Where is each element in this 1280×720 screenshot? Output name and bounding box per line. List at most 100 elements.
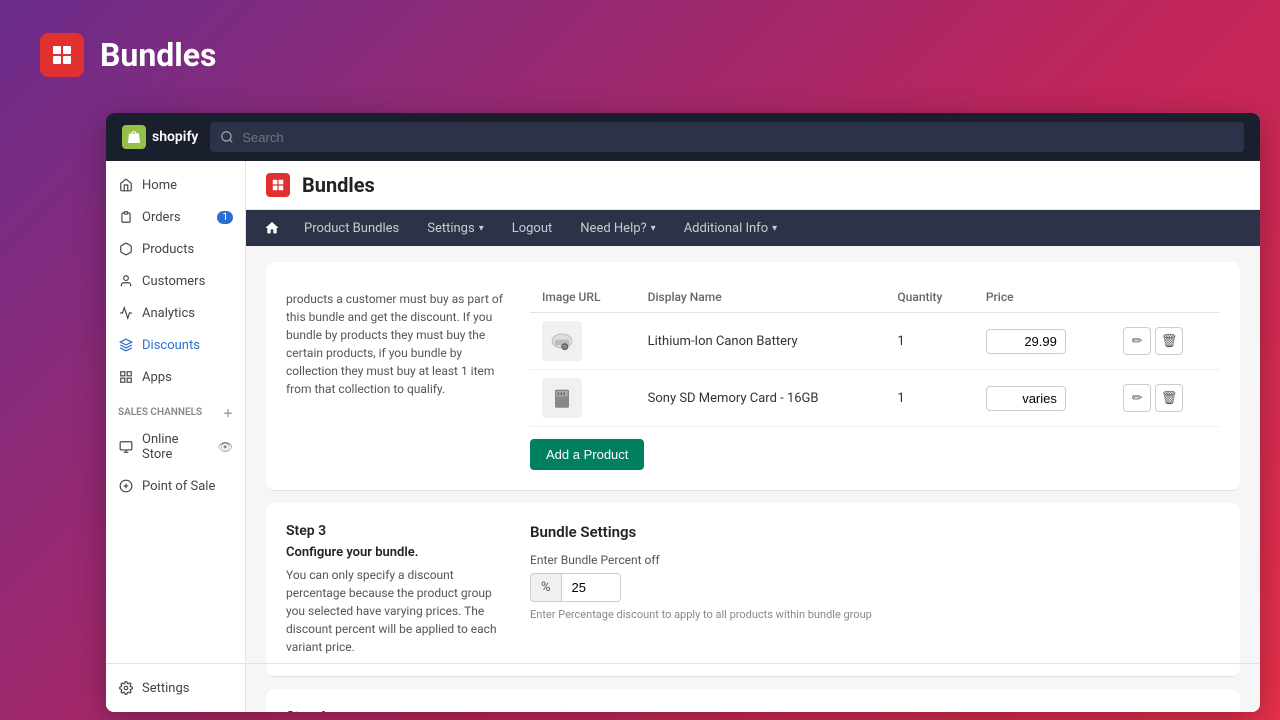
nav-product-bundles-label: Product Bundles [304,221,399,236]
analytics-icon [118,305,134,321]
shopify-logo: shopify [122,125,198,149]
pos-icon [118,478,134,494]
step3-description: You can only specify a discount percenta… [286,566,506,656]
product-2-action-btns: ✏ 🗑 [1119,384,1208,412]
orders-icon [118,209,134,225]
product-2-price-cell [974,370,1107,427]
bundles-small-icon [271,178,285,192]
discounts-icon [118,337,134,353]
step3-left: Step 3 Configure your bundle. You can on… [286,523,506,656]
nav-tab-need-help[interactable]: Need Help? ▾ [566,211,669,246]
shopify-bag-icon [126,129,142,145]
search-bar[interactable] [210,122,1244,152]
product-1-edit-button[interactable]: ✏ [1123,327,1151,355]
bundles-logo-icon [50,43,74,67]
nav-additional-info-label: Additional Info [684,221,768,236]
sidebar-item-orders[interactable]: Orders 1 [106,201,245,233]
nav-tab-settings[interactable]: Settings ▾ [413,211,498,246]
orders-badge: 1 [217,211,233,224]
sales-channels-section: SALES CHANNELS ＋ [106,393,245,424]
nav-tabs: Product Bundles Settings ▾ Logout Need H… [246,210,1260,246]
col-quantity: Quantity [885,282,973,313]
bundles-header: Bundles [246,161,1260,210]
product-2-name: Sony SD Memory Card - 16GB [636,370,886,427]
main-layout: Home Orders 1 Products Customers [106,161,1260,712]
sidebar-item-online-store[interactable]: Online Store 👁 [106,424,245,470]
table-row: Sony SD Memory Card - 16GB 1 ✏ [530,370,1220,427]
product-2-edit-button[interactable]: ✏ [1123,384,1151,412]
additional-info-chevron-icon: ▾ [772,223,777,234]
sidebar-item-pos[interactable]: Point of Sale [106,470,245,502]
nav-tab-additional-info[interactable]: Additional Info ▾ [670,211,791,246]
sidebar-item-home[interactable]: Home [106,169,245,201]
sidebar-products-label: Products [142,242,194,257]
settings-icon [118,680,134,696]
add-product-button[interactable]: Add a Product [530,439,644,470]
app-logo [40,33,84,77]
product-2-actions: ✏ 🗑 [1107,370,1220,427]
battery-image [548,327,576,355]
nav-need-help-label: Need Help? [580,221,646,236]
sd-card-image [548,384,576,412]
sidebar: Home Orders 1 Products Customers [106,161,246,712]
product-1-delete-button[interactable]: 🗑 [1155,327,1183,355]
product-1-name: Lithium-Ion Canon Battery [636,313,886,370]
sidebar-item-apps[interactable]: Apps [106,361,245,393]
sidebar-item-products[interactable]: Products [106,233,245,265]
shopify-logo-icon [122,125,146,149]
col-actions [1107,282,1220,313]
nav-tab-logout[interactable]: Logout [498,211,567,246]
step2-right: Image URL Display Name Quantity Price [530,282,1220,470]
step3-label: Step 3 [286,523,506,539]
product-2-delete-button[interactable]: 🗑 [1155,384,1183,412]
home-icon [118,177,134,193]
product-1-image-cell [530,313,636,370]
product-2-quantity: 1 [885,370,973,427]
page-content: products a customer must buy as part of … [246,246,1260,712]
bundle-settings-title: Bundle Settings [530,523,1220,541]
percent-symbol: % [530,573,561,602]
step2-section: products a customer must buy as part of … [266,262,1240,491]
percent-hint: Enter Percentage discount to apply to al… [530,608,1220,621]
sidebar-discounts-label: Discounts [142,338,200,353]
online-store-eye-icon[interactable]: 👁 [218,440,233,454]
bundles-page-title: Bundles [302,173,375,197]
sidebar-settings-label: Settings [142,681,189,696]
col-image: Image URL [530,282,636,313]
nav-home-button[interactable] [254,210,290,246]
sidebar-item-discounts[interactable]: Discounts [106,329,245,361]
table-row: Lithium-Ion Canon Battery 1 ✏ [530,313,1220,370]
nav-tab-product-bundles[interactable]: Product Bundles [290,211,413,246]
app-title: Bundles [100,36,216,74]
search-input[interactable] [242,130,1234,145]
product-1-action-btns: ✏ 🗑 [1119,327,1208,355]
need-help-chevron-icon: ▾ [651,223,656,234]
col-display-name: Display Name [636,282,886,313]
nav-home-icon [264,220,280,236]
sidebar-analytics-label: Analytics [142,306,195,321]
add-sales-channel-icon[interactable]: ＋ [223,405,233,420]
products-icon [118,241,134,257]
product-1-actions: ✏ 🗑 [1107,313,1220,370]
percent-field-label: Enter Bundle Percent off [530,553,1220,567]
sidebar-item-customers[interactable]: Customers [106,265,245,297]
percent-input[interactable] [561,573,621,602]
shopify-header: shopify [106,113,1260,161]
apps-icon [118,369,134,385]
product-1-price-input[interactable] [986,329,1066,354]
product-2-price-input[interactable] [986,386,1066,411]
app-container: shopify Home Orders 1 [106,113,1260,712]
sidebar-item-settings[interactable]: Settings [106,672,246,704]
scroll-content[interactable]: products a customer must buy as part of … [246,246,1260,712]
step3-right: Bundle Settings Enter Bundle Percent off… [530,523,1220,656]
sidebar-item-analytics[interactable]: Analytics [106,297,245,329]
step3-title: Configure your bundle. [286,545,506,560]
sidebar-home-label: Home [142,178,177,193]
sidebar-online-store-label: Online Store [142,432,210,462]
percent-input-wrap: % [530,573,1220,602]
sidebar-customers-label: Customers [142,274,205,289]
top-branding-bar: Bundles [0,0,1280,110]
customers-icon [118,273,134,289]
content-area: Bundles Product Bundles Settings ▾ Logou [246,161,1260,712]
sidebar-pos-label: Point of Sale [142,479,215,494]
